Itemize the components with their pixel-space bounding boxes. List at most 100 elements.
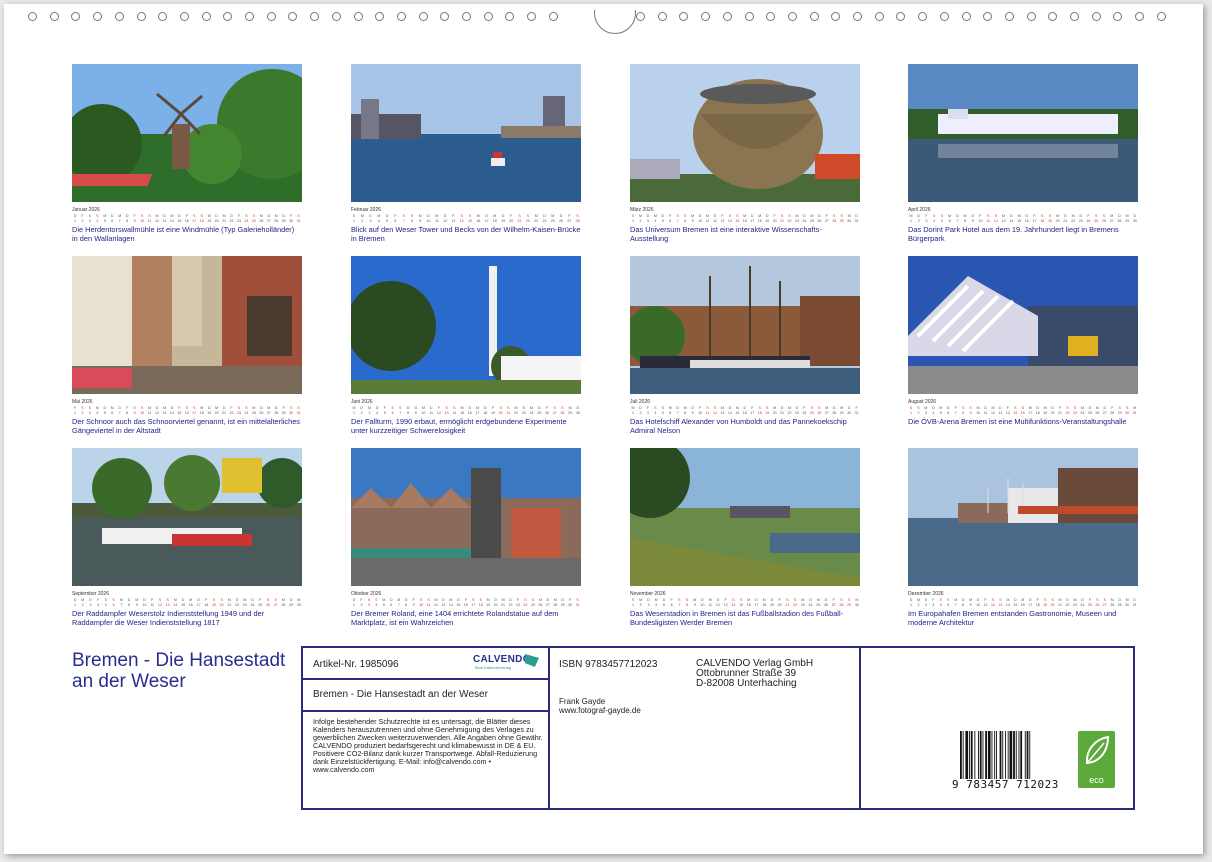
- calendar-day: M 30: [847, 214, 852, 223]
- calendar-day: S 20: [1050, 598, 1055, 607]
- calendar-day: M 18: [492, 214, 497, 223]
- day-strip: F 1 S 2 S 3 M 4 D 5 M 6 D 7 F 8 S 9 S 10 M 11 D 12 M 13 D 14 F 15 S 16 S…: [72, 406, 302, 415]
- calendar-day: S7: [676, 214, 679, 223]
- binding-ring: [722, 12, 732, 21]
- month-caption: Der Fallturm, 1990 erbaut, ermöglicht er…: [351, 417, 567, 435]
- month-photo: [908, 256, 1138, 394]
- calendar-day: M3: [924, 406, 928, 415]
- calendar-day: M 23: [794, 214, 799, 223]
- calendar-day: D8: [404, 598, 408, 607]
- hanger-hook: [594, 10, 636, 34]
- calendar-day: M 16: [476, 214, 481, 223]
- calendar-day: D 28: [274, 406, 279, 415]
- calendar-day: M 23: [534, 214, 539, 223]
- day-strip: M 1 D 2 F 3 S 4 S 5 M 6 D 7 M 8 D 9 F 10 S 11 S 12 M 13 D 14 M 15 D 16 F…: [908, 214, 1138, 223]
- month-caption: Blick auf den Weser Tower und Becks von …: [351, 225, 581, 243]
- calendar-day: S 15: [735, 214, 740, 223]
- calendar-day: M9: [693, 598, 697, 607]
- day-strip: M 1 D 2 M 3 D 4 F 5 S 6 S 7 M 8 D 9 M 10 D 11 F 12 S 13 S 14 M 15 D 16 M…: [351, 406, 581, 415]
- month-caption: Das Hotelschiff Alexander von Humboldt u…: [630, 417, 847, 435]
- author-website[interactable]: www.fotograf-gayde.de: [559, 706, 641, 715]
- calendar-day: S 12: [990, 598, 995, 607]
- calendar-day: M 12: [990, 406, 995, 415]
- month-name: August 2026: [908, 399, 937, 405]
- calendar-day: S 31: [296, 214, 301, 223]
- month-caption: Das Weserstadion in Bremen ist das Fußba…: [630, 609, 844, 627]
- calendar-day: S 18: [199, 214, 204, 223]
- calendar-day: M6: [110, 406, 114, 415]
- calendar-day: S8: [961, 406, 965, 415]
- barcode-bar: [1013, 731, 1015, 779]
- calendar-day: S 10: [140, 406, 145, 415]
- month-name: Juni 2026: [351, 399, 373, 405]
- leaf-icon: [1085, 735, 1110, 765]
- calendar-day: S1: [352, 214, 356, 223]
- binding-ring: [201, 12, 211, 21]
- calendar-day: F 26: [544, 406, 549, 415]
- barcode-bar: [1024, 731, 1026, 779]
- calendar-day: S2: [81, 406, 84, 415]
- barcode-bar: [987, 731, 991, 779]
- calendar-day: M 10: [976, 406, 981, 415]
- calendar-day: D 20: [493, 598, 498, 607]
- binding-ring: [505, 12, 515, 21]
- calendar-day: S 25: [251, 214, 256, 223]
- binding-ring: [353, 12, 363, 21]
- calendar-day: F 10: [978, 214, 983, 223]
- calendar-day: D1: [73, 598, 77, 607]
- calendar-day: S4: [375, 598, 378, 607]
- calendar-day: D 30: [847, 406, 852, 415]
- calendar-day: D4: [932, 406, 935, 415]
- calendar-day: F 17: [1032, 214, 1037, 223]
- calendar-day: M6: [948, 214, 952, 223]
- calendar-day: S7: [399, 406, 402, 415]
- calendar-day: S7: [402, 214, 405, 223]
- calendar-day: M 13: [1001, 214, 1006, 223]
- barcode-bar: [974, 731, 976, 779]
- calendar-day: S 28: [839, 598, 844, 607]
- calendar-day: M8: [406, 406, 410, 415]
- calendar-day: D 11: [429, 406, 434, 415]
- calendar-day: M9: [969, 598, 973, 607]
- calendar-day: M 28: [1110, 598, 1115, 607]
- calendar-day: M 19: [1043, 406, 1048, 415]
- calendar-day: M 28: [281, 598, 286, 607]
- calendar-day: M5: [103, 214, 107, 223]
- calendar-day: M 11: [147, 406, 152, 415]
- calendar-title: Bremen - Die Hansestadt an der Weser: [72, 650, 286, 692]
- barcode-bar: [962, 731, 964, 779]
- calendar-day: D 30: [575, 406, 580, 415]
- day-strip: S 1 M 2 D 3 M 4 D 5 F 6 S 7 S 8 M 9 D 10 M 11 D 12 F 13 S 14 S 15 M 16 D…: [351, 214, 581, 223]
- calendar-day: S 14: [459, 214, 464, 223]
- calendar-day: M 16: [746, 598, 751, 607]
- barcode-bar: [979, 731, 982, 779]
- calendar-day: D 16: [467, 406, 472, 415]
- binding-ring: [787, 12, 797, 21]
- barcode-bar: [994, 731, 996, 779]
- calendar-day: F 21: [1058, 406, 1063, 415]
- calendar-day: D 12: [154, 406, 159, 415]
- calendar-day: S 14: [727, 214, 732, 223]
- binding-ring: [831, 12, 841, 21]
- binding-ring: [93, 12, 103, 21]
- calendar-day: D5: [661, 214, 665, 223]
- calendar-day: S 16: [1020, 406, 1025, 415]
- calendar-day: D 21: [222, 406, 227, 415]
- binding-ring: [223, 12, 233, 21]
- binding-ring: [1048, 12, 1058, 21]
- calendar-day: M 30: [1125, 598, 1130, 607]
- calendar-day: D 19: [769, 598, 774, 607]
- calendar-day: M 29: [1125, 214, 1130, 223]
- calendar-day: D8: [961, 598, 965, 607]
- binding-ring: [1091, 12, 1101, 21]
- calendar-day: S4: [932, 214, 936, 223]
- calendar-day: M 26: [538, 598, 543, 607]
- binding-ring: [483, 12, 493, 21]
- calendar-day: F4: [932, 598, 935, 607]
- calendar-day: S 23: [1072, 406, 1077, 415]
- binding-ring: [375, 12, 385, 21]
- calendar-day: S 18: [757, 406, 762, 415]
- calendar-day: F 17: [750, 406, 755, 415]
- calendar-day: D 19: [501, 214, 506, 223]
- calendar-day: M 26: [1095, 406, 1100, 415]
